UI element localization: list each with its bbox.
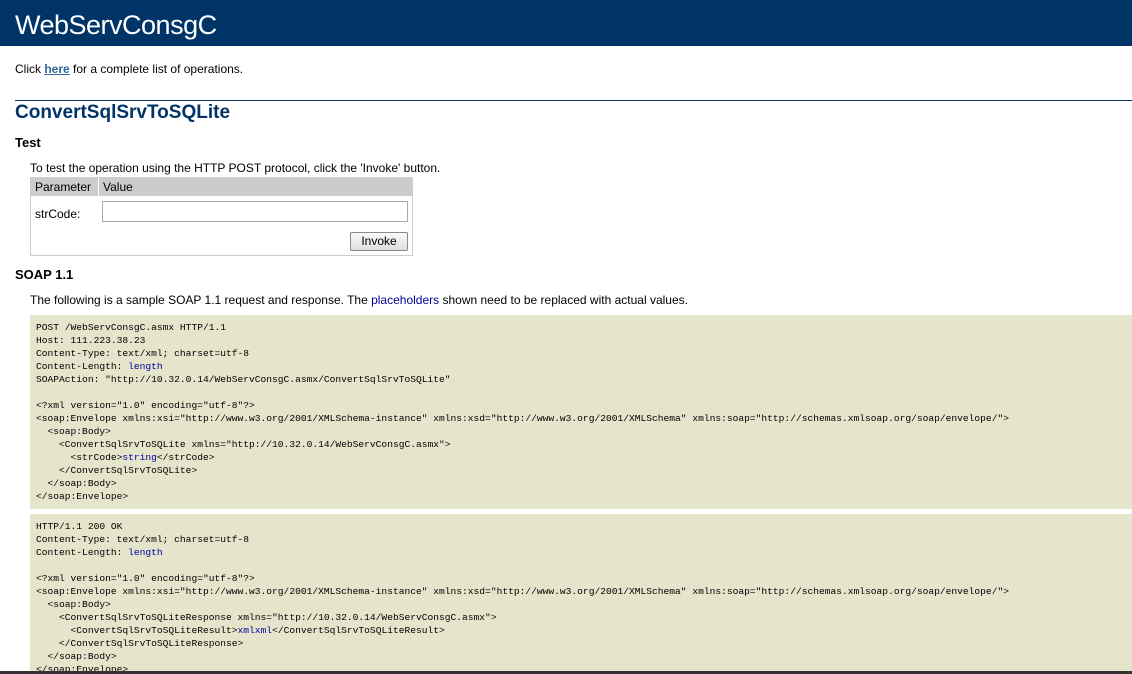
- test-heading: Test: [15, 135, 41, 150]
- invoke-button[interactable]: Invoke: [350, 232, 408, 251]
- soap11-description: The following is a sample SOAP 1.1 reque…: [30, 292, 688, 308]
- code-text: </ConvertSqlSrvToSQLiteResult>: [272, 625, 445, 636]
- soap11-heading: SOAP 1.1: [15, 267, 74, 282]
- soap11-desc-prefix: The following is a sample SOAP 1.1 reque…: [30, 293, 372, 307]
- code-line: HTTP/1.1 200 OK: [36, 521, 123, 532]
- code-text: <strCode>: [36, 452, 123, 463]
- operation-title: ConvertSqlSrvToSQLite: [15, 102, 231, 123]
- length-placeholder: length: [128, 547, 163, 558]
- operations-list-link[interactable]: here: [44, 62, 69, 76]
- code-line: </soap:Body>: [36, 651, 117, 662]
- code-line: <ConvertSqlSrvToSQLiteResponse xmlns="ht…: [36, 612, 497, 623]
- code-line: <?xml version="1.0" encoding="utf-8"?>: [36, 400, 255, 411]
- code-text: </strCode>: [156, 452, 215, 463]
- soap11-desc-suffix: shown need to be replaced with actual va…: [439, 293, 688, 307]
- code-line: SOAPAction: "http://10.32.0.14/WebServCo…: [36, 374, 451, 385]
- code-line: Content-Length: length: [36, 546, 1132, 559]
- code-line: Content-Type: text/xml; charset=utf-8: [36, 534, 250, 545]
- code-line: <soap:Body>: [36, 426, 111, 437]
- code-line: <soap:Envelope xmlns:xsi="http://www.w3.…: [36, 586, 1009, 597]
- intro-suffix: for a complete list of operations.: [69, 62, 244, 76]
- code-line: </ConvertSqlSrvToSQLite>: [36, 465, 198, 476]
- xml-placeholder: xmlxml: [237, 625, 273, 636]
- intro-prefix: Click: [15, 62, 45, 76]
- soap11-request-sample: POST /WebServConsgC.asmx HTTP/1.1 Host: 1…: [30, 315, 1132, 509]
- value-column-header: Value: [103, 180, 133, 194]
- code-line: <soap:Body>: [36, 599, 111, 610]
- operations-intro: Click here for a complete list of operat…: [15, 61, 243, 77]
- code-line: Host: 111.223.38.23: [36, 335, 146, 346]
- code-text: <ConvertSqlSrvToSQLiteResult>: [36, 625, 238, 636]
- code-line: Content-Type: text/xml; charset=utf-8: [36, 348, 250, 359]
- soap11-response-sample: HTTP/1.1 200 OK Content-Type: text/xml; c…: [30, 514, 1132, 674]
- placeholders-term: placeholders: [371, 293, 440, 307]
- code-line: <soap:Envelope xmlns:xsi="http://www.w3.…: [36, 413, 1009, 424]
- code-line: </soap:Envelope>: [36, 491, 129, 502]
- strcode-input[interactable]: [102, 201, 408, 222]
- code-line: <ConvertSqlSrvToSQLite xmlns="http://10.…: [36, 439, 451, 450]
- code-line: <?xml version="1.0" encoding="utf-8"?>: [36, 573, 255, 584]
- code-line: <ConvertSqlSrvToSQLiteResult>xmlxml</Con…: [36, 624, 1132, 637]
- header-separator: [98, 178, 99, 196]
- code-text: Content-Length:: [36, 361, 129, 372]
- strcode-label: strCode:: [35, 207, 81, 221]
- service-title: WebServConsgC: [15, 10, 217, 40]
- string-placeholder: string: [122, 452, 157, 463]
- length-placeholder: length: [128, 361, 163, 372]
- form-header-row: Parameter Value: [31, 178, 412, 196]
- code-line: <strCode>string</strCode>: [36, 451, 1132, 464]
- code-line: </soap:Body>: [36, 478, 117, 489]
- code-line: </ConvertSqlSrvToSQLiteResponse>: [36, 638, 244, 649]
- page-header: WebServConsgC: [0, 0, 1132, 46]
- invoke-form: Parameter Value strCode: Invoke: [30, 177, 413, 256]
- code-text: Content-Length:: [36, 547, 129, 558]
- parameter-column-header: Parameter: [35, 180, 92, 194]
- code-line: POST /WebServConsgC.asmx HTTP/1.1: [36, 322, 226, 333]
- code-line: Content-Length: length: [36, 360, 1132, 373]
- test-instructions: To test the operation using the HTTP POS…: [30, 161, 441, 175]
